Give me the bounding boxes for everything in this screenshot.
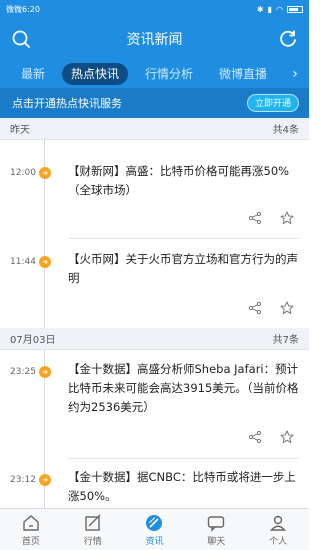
news-text: 【财新网】高盛：比特币价格可能再涨50%（全球市场） [68, 164, 290, 197]
news-item[interactable]: 12:00 ➜ 【财新网】高盛：比特币价格可能再涨50%（全球市场） [0, 140, 309, 236]
refresh-icon[interactable] [277, 28, 299, 50]
category-tabs: 最新 热点快讯 行情分析 微博直播 › [0, 60, 309, 88]
section-count: 共4条 [272, 125, 299, 136]
arrow-dot-icon: ➜ [39, 167, 51, 179]
news-icon [146, 515, 163, 531]
news-text: 【金十数据】据CNBC：比特币或将进一步上涨50%。 [68, 470, 296, 503]
tab-hot-news[interactable]: 热点快讯 [62, 63, 129, 85]
arrow-dot-icon: ➜ [39, 366, 51, 378]
news-item[interactable]: 23:12 ➜ 【金十数据】据CNBC：比特币或将进一步上涨50%。 [0, 458, 309, 508]
wifi-icon: ◠ [276, 4, 283, 14]
bluetooth-icon: ✱ [256, 4, 264, 14]
section-date: 07月03日 [10, 335, 56, 346]
status-bar: 微微6:20 ✱ ▮ ◠ [0, 0, 309, 18]
news-text: 【金十数据】高盛分析师Sheba Jafari：预计比特币未来可能会高达3915… [68, 362, 299, 414]
share-icon[interactable] [248, 211, 262, 225]
nav-home[interactable]: 首页 [0, 509, 62, 550]
nav-profile[interactable]: 个人 [247, 509, 309, 550]
home-icon [23, 515, 39, 531]
chat-icon [208, 516, 225, 532]
nav-label: 行情 [83, 537, 102, 547]
news-time: 23:25 [10, 367, 36, 377]
bottom-nav: 首页 行情 资讯 聊天 个人 [0, 508, 309, 550]
news-item[interactable]: 11:44 ➜ 【火币网】关于火币官方立场和官方行为的声明 [0, 238, 309, 328]
star-icon[interactable] [280, 301, 294, 315]
star-icon[interactable] [280, 211, 294, 225]
news-time: 23:12 [10, 475, 36, 485]
share-icon[interactable] [248, 301, 262, 315]
share-icon[interactable] [248, 430, 262, 444]
user-icon [270, 515, 287, 531]
search-icon[interactable] [10, 28, 32, 50]
page-title: 资讯新闻 [126, 32, 183, 48]
status-time: 微微6:20 [6, 4, 40, 14]
promo-text: 点击开通热点快讯服务 [12, 97, 122, 110]
nav-chat[interactable]: 聊天 [185, 509, 247, 550]
section-date: 昨天 [10, 125, 30, 136]
tab-market-analysis[interactable]: 行情分析 [136, 63, 202, 85]
tab-latest[interactable]: 最新 [12, 63, 54, 85]
date-section-header: 07月03日 共7条 [0, 328, 309, 350]
status-icons: ✱ ▮ ◠ [257, 5, 303, 14]
battery-icon [287, 5, 303, 13]
nav-label: 首页 [21, 537, 40, 547]
date-section-header: 昨天 共4条 [0, 118, 309, 140]
app-header: 资讯新闻 [0, 18, 309, 60]
chart-icon [84, 514, 101, 531]
arrow-dot-icon: ➜ [39, 474, 51, 486]
nav-label: 资讯 [145, 537, 164, 547]
news-text: 【火币网】关于火币官方立场和官方行为的声明 [68, 252, 298, 285]
news-time: 11:44 [10, 257, 36, 267]
nav-news[interactable]: 资讯 [124, 509, 186, 550]
nav-label: 个人 [269, 537, 288, 547]
star-icon[interactable] [280, 430, 294, 444]
news-item[interactable]: 23:25 ➜ 【金十数据】高盛分析师Sheba Jafari：预计比特币未来可… [0, 350, 309, 456]
nav-market[interactable]: 行情 [62, 509, 124, 550]
signal-icon: ▮ [267, 4, 273, 14]
chevron-right-icon[interactable]: › [287, 64, 303, 84]
arrow-dot-icon: ➜ [39, 256, 51, 268]
news-time: 12:00 [10, 168, 36, 178]
section-count: 共7条 [272, 335, 299, 346]
open-service-button[interactable]: 立即开通 [246, 94, 299, 112]
promo-banner: 点击开通热点快讯服务 立即开通 [0, 88, 309, 118]
tab-weibo-live[interactable]: 微博直播 [210, 63, 276, 85]
nav-label: 聊天 [207, 537, 226, 547]
